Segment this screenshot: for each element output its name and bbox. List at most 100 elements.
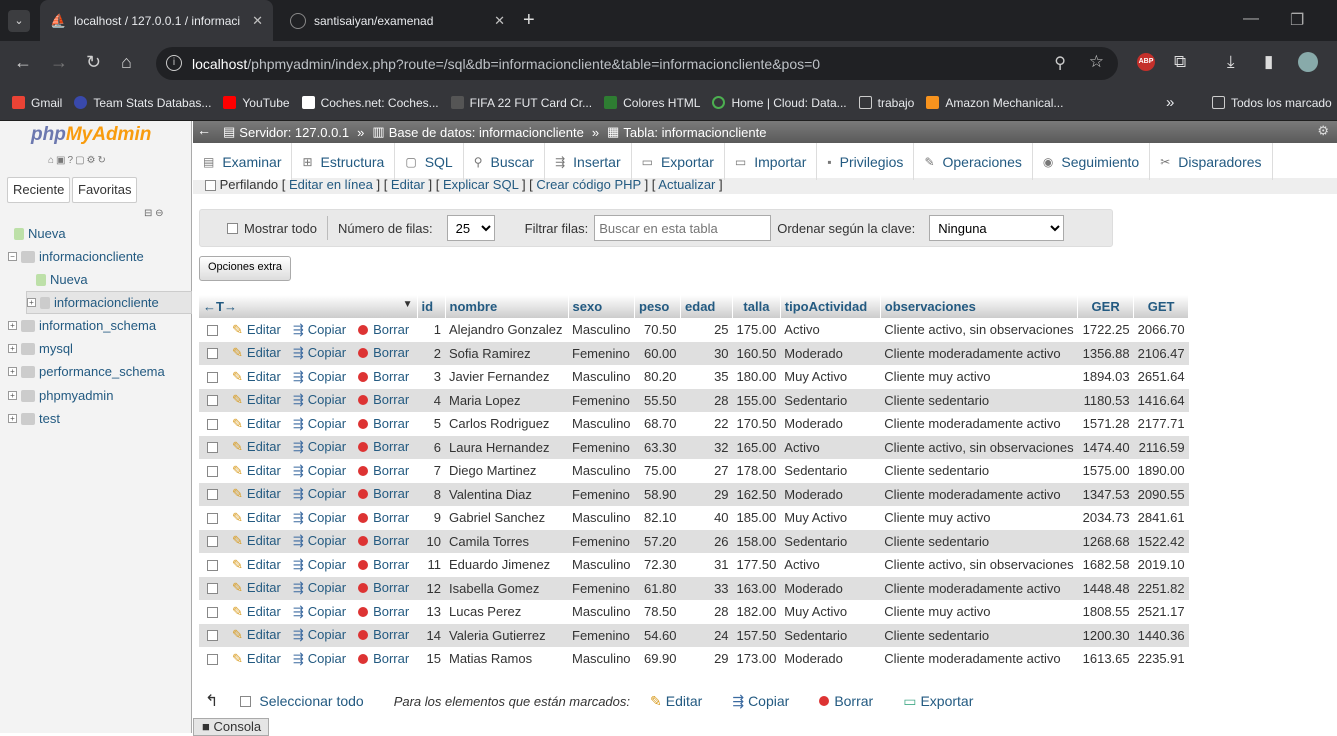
column-header[interactable]: GER — [1077, 295, 1135, 318]
table-row[interactable]: ✎ Editar ⇶ Copiar Borrar 3 Javier Fernandez Mas… — [199, 365, 1189, 389]
console-toggle[interactable]: ■ Consola — [193, 718, 269, 736]
table-cell-observaciones[interactable]: Cliente sedentario — [880, 623, 1078, 647]
bookmark-star-icon[interactable]: ☆ — [1089, 52, 1104, 72]
bookmark-youtube[interactable]: YouTube — [223, 96, 290, 110]
copy-link[interactable]: Copiar — [308, 557, 346, 572]
edit-link[interactable]: Editar — [247, 627, 281, 642]
table-cell-get[interactable]: 2251.82 — [1133, 576, 1189, 600]
table-cell-get[interactable]: 2090.55 — [1133, 482, 1189, 506]
site-info-icon[interactable]: i — [166, 55, 182, 71]
row-checkbox[interactable] — [207, 559, 218, 571]
table-cell-ger[interactable]: 1448.48 — [1077, 576, 1134, 600]
copy-link[interactable]: Copiar — [308, 439, 346, 454]
copy-link[interactable]: Copiar — [308, 510, 346, 525]
bulk-export-button[interactable]: Exportar — [920, 693, 973, 709]
tab-estructura[interactable]: ⊞ Estructura — [292, 143, 396, 180]
table-cell-talla[interactable]: 178.00 — [732, 459, 781, 483]
table-cell-sexo[interactable]: Masculino — [568, 600, 635, 624]
delete-link[interactable]: Borrar — [373, 486, 409, 501]
table-cell-observaciones[interactable]: Cliente moderadamente activo — [880, 647, 1078, 671]
table-cell-id[interactable]: 8 — [417, 482, 445, 506]
table-cell-edad[interactable]: 24 — [680, 623, 733, 647]
help-icon[interactable]: ? — [68, 155, 76, 166]
show-all-checkbox[interactable] — [227, 222, 238, 234]
table-cell-observaciones[interactable]: Cliente activo, sin observaciones — [880, 553, 1078, 577]
column-header[interactable]: sexo — [568, 295, 636, 318]
table-cell-tipoactividad[interactable]: Sedentario — [780, 459, 881, 483]
table-cell-get[interactable]: 2235.91 — [1133, 647, 1189, 671]
settings-gear-icon[interactable]: ⚙ — [1317, 123, 1329, 139]
table-cell-talla[interactable]: 165.00 — [732, 435, 781, 459]
table-cell-edad[interactable]: 29 — [680, 482, 733, 506]
table-cell-nombre[interactable]: Alejandro Gonzalez — [445, 318, 568, 342]
table-cell-ger[interactable]: 1200.30 — [1077, 623, 1134, 647]
filter-rows-input[interactable] — [594, 215, 772, 241]
profile-avatar[interactable] — [1298, 52, 1318, 72]
tab-sql[interactable]: ▢ SQL — [395, 143, 464, 180]
settings-icon[interactable]: ⚙ — [87, 155, 98, 166]
browser-tab-github[interactable]: santisaiyan/examenad ✕ — [280, 0, 515, 41]
table-row[interactable]: ✎ Editar ⇶ Copiar Borrar 5 Carlos Rodriguez Mas… — [199, 412, 1189, 436]
edit-link[interactable]: Editar — [247, 392, 281, 407]
table-cell-edad[interactable]: 26 — [680, 529, 733, 553]
table-cell-nombre[interactable]: Gabriel Sanchez — [445, 506, 568, 530]
table-cell-ger[interactable]: 1268.68 — [1077, 529, 1134, 553]
table-cell-talla[interactable]: 155.00 — [732, 388, 781, 412]
bookmark-coches[interactable]: Coches.net: Coches... — [301, 96, 439, 110]
table-cell-get[interactable]: 2066.70 — [1133, 318, 1189, 342]
table-cell-edad[interactable]: 35 — [680, 365, 733, 389]
table-cell-id[interactable]: 14 — [417, 623, 445, 647]
table-cell-edad[interactable]: 28 — [680, 388, 733, 412]
bookmark-cloud[interactable]: Home | Cloud: Data... — [712, 96, 847, 110]
table-cell-sexo[interactable]: Femenino — [568, 576, 635, 600]
edit-link[interactable]: Editar — [247, 580, 281, 595]
table-cell-peso[interactable]: 68.70 — [634, 412, 681, 436]
bookmark-trabajo[interactable]: trabajo — [858, 96, 914, 110]
table-cell-id[interactable]: 4 — [417, 388, 445, 412]
extensions-icon[interactable]: ⧉ — [1174, 52, 1186, 72]
row-checkbox[interactable] — [207, 324, 218, 336]
edit-link[interactable]: Editar — [391, 178, 425, 192]
tab-examinar[interactable]: ▤ Examinar — [193, 143, 293, 180]
table-cell-tipoactividad[interactable]: Activo — [780, 318, 881, 342]
edit-link[interactable]: Editar — [247, 463, 281, 478]
table-cell-tipoactividad[interactable]: Moderado — [780, 412, 881, 436]
row-checkbox[interactable] — [207, 653, 218, 665]
copy-link[interactable]: Copiar — [308, 580, 346, 595]
table-cell-observaciones[interactable]: Cliente sedentario — [880, 529, 1078, 553]
tab-disparadores[interactable]: ✂ Disparadores — [1150, 143, 1273, 180]
table-cell-ger[interactable]: 1722.25 — [1077, 318, 1134, 342]
column-header[interactable]: GET — [1133, 295, 1190, 318]
edit-link[interactable]: Editar — [247, 557, 281, 572]
copy-link[interactable]: Copiar — [308, 322, 346, 337]
side-panel-icon[interactable]: ▮ — [1264, 52, 1273, 72]
table-cell-peso[interactable]: 82.10 — [634, 506, 681, 530]
delete-link[interactable]: Borrar — [373, 557, 409, 572]
table-cell-get[interactable]: 1440.36 — [1133, 623, 1189, 647]
table-cell-edad[interactable]: 33 — [680, 576, 733, 600]
table-cell-ger[interactable]: 1682.58 — [1077, 553, 1134, 577]
table-cell-get[interactable]: 1522.42 — [1133, 529, 1189, 553]
row-checkbox[interactable] — [207, 512, 218, 524]
expand-icon[interactable]: + — [8, 414, 17, 423]
row-checkbox[interactable] — [207, 630, 218, 642]
edit-link[interactable]: Editar — [247, 322, 281, 337]
tab-importar[interactable]: ▭ Importar — [725, 143, 818, 180]
inline-edit-link[interactable]: Editar en línea — [289, 178, 373, 192]
tree-new-table[interactable]: Nueva — [36, 268, 88, 291]
table-cell-edad[interactable]: 32 — [680, 435, 733, 459]
tree-db-phpmyadmin[interactable]: + phpmyadmin — [8, 384, 113, 407]
edit-link[interactable]: Editar — [247, 416, 281, 431]
explain-sql-link[interactable]: Explicar SQL — [443, 178, 518, 192]
tree-db-mysql[interactable]: + mysql — [8, 337, 73, 360]
table-cell-id[interactable]: 1 — [417, 318, 445, 342]
tab-insertar[interactable]: ⇶ Insertar — [545, 143, 632, 180]
table-cell-nombre[interactable]: Valentina Diaz — [445, 482, 568, 506]
logout-icon[interactable]: ▣ — [56, 155, 67, 166]
table-cell-talla[interactable]: 162.50 — [732, 482, 781, 506]
breadcrumb-table[interactable]: Tabla: informacioncliente — [623, 125, 766, 140]
copy-link[interactable]: Copiar — [308, 392, 346, 407]
phpmyadmin-logo[interactable]: phpMyAdmin — [31, 124, 151, 146]
table-cell-tipoactividad[interactable]: Sedentario — [780, 529, 881, 553]
table-cell-nombre[interactable]: Sofia Ramirez — [445, 341, 568, 365]
